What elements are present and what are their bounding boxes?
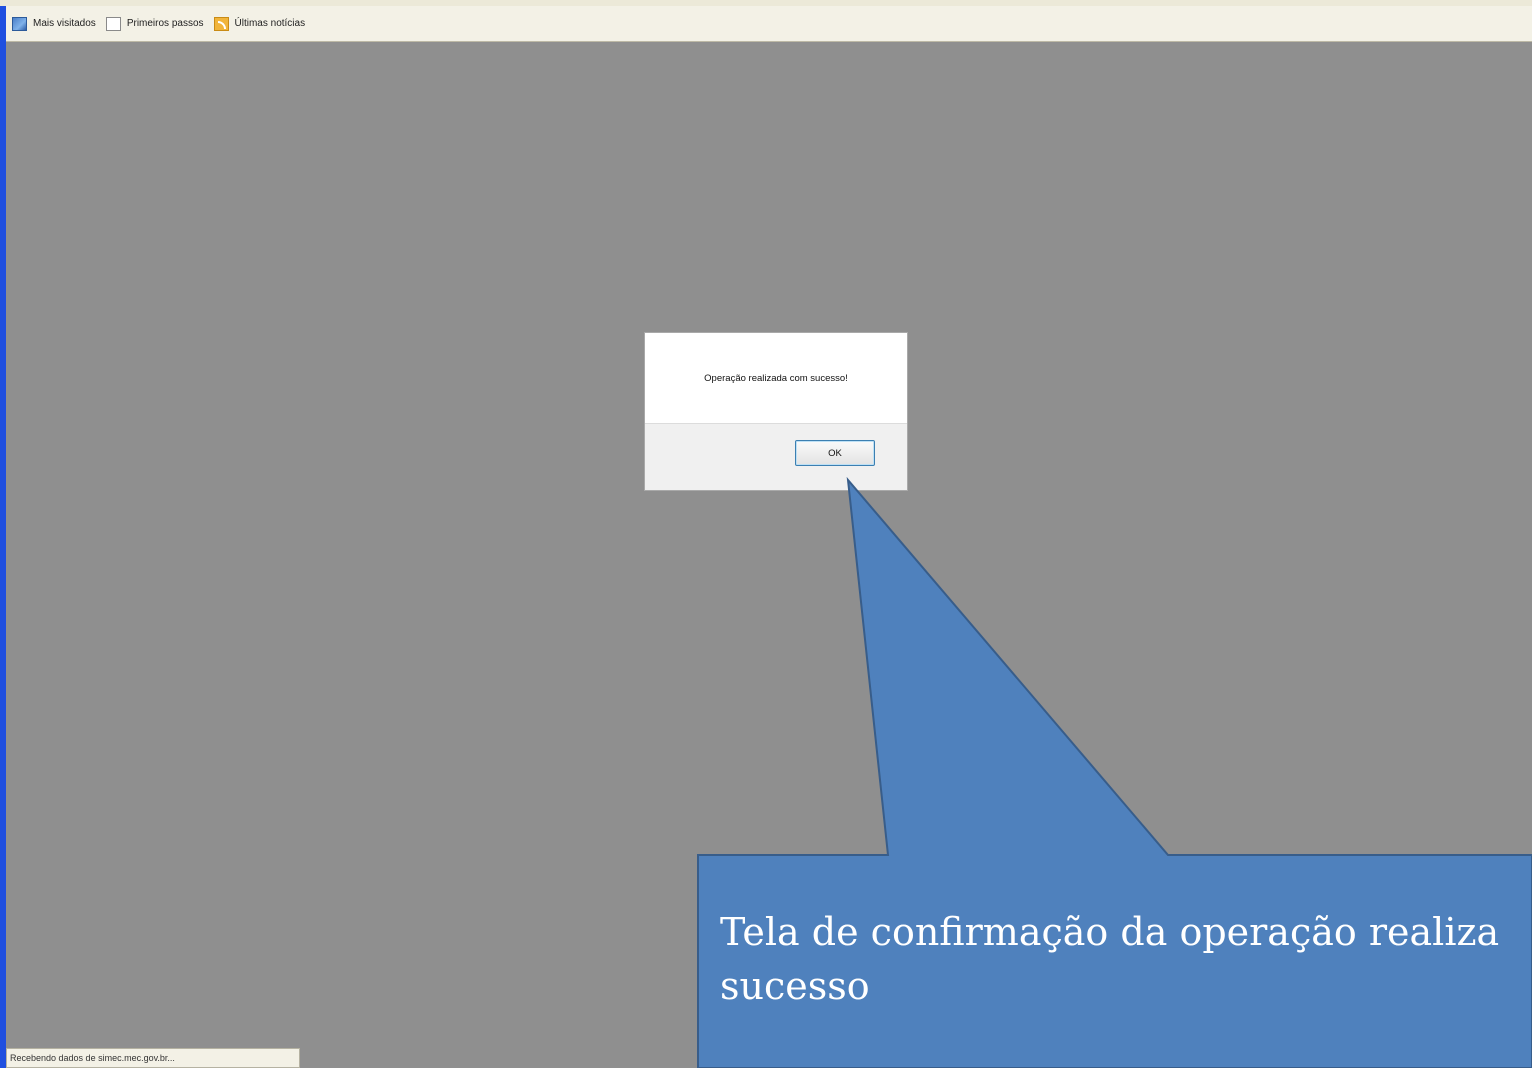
bookmark-label: Mais visitados [33, 18, 96, 29]
bookmark-getting-started[interactable]: Primeiros passos [105, 16, 204, 31]
bookmark-latest-news[interactable]: Últimas notícias [213, 16, 306, 31]
bookmarks-toolbar: Mais visitados Primeiros passos Últimas … [6, 6, 1532, 42]
page-icon [105, 16, 121, 31]
ok-button[interactable]: OK [795, 440, 875, 466]
browser-window: Mais visitados Primeiros passos Últimas … [0, 0, 1532, 1068]
bookmark-label: Últimas notícias [234, 18, 306, 29]
dialog-footer: OK [645, 423, 907, 490]
callout-line: sucesso [720, 964, 870, 1008]
alert-dialog: Operação realizada com sucesso! OK [645, 333, 907, 490]
rss-feed-icon [213, 16, 229, 31]
bookmark-label: Primeiros passos [126, 18, 204, 29]
callout-text: Tela de confirmação da operação realiza … [720, 905, 1532, 1013]
bookmark-most-visited[interactable]: Mais visitados [12, 16, 96, 31]
dialog-message: Operação realizada com sucesso! [704, 373, 848, 384]
callout-line: Tela de confirmação da operação realiza [720, 910, 1500, 954]
status-bar: Recebendo dados de simec.mec.gov.br... [6, 1048, 300, 1068]
most-visited-icon [12, 16, 27, 31]
